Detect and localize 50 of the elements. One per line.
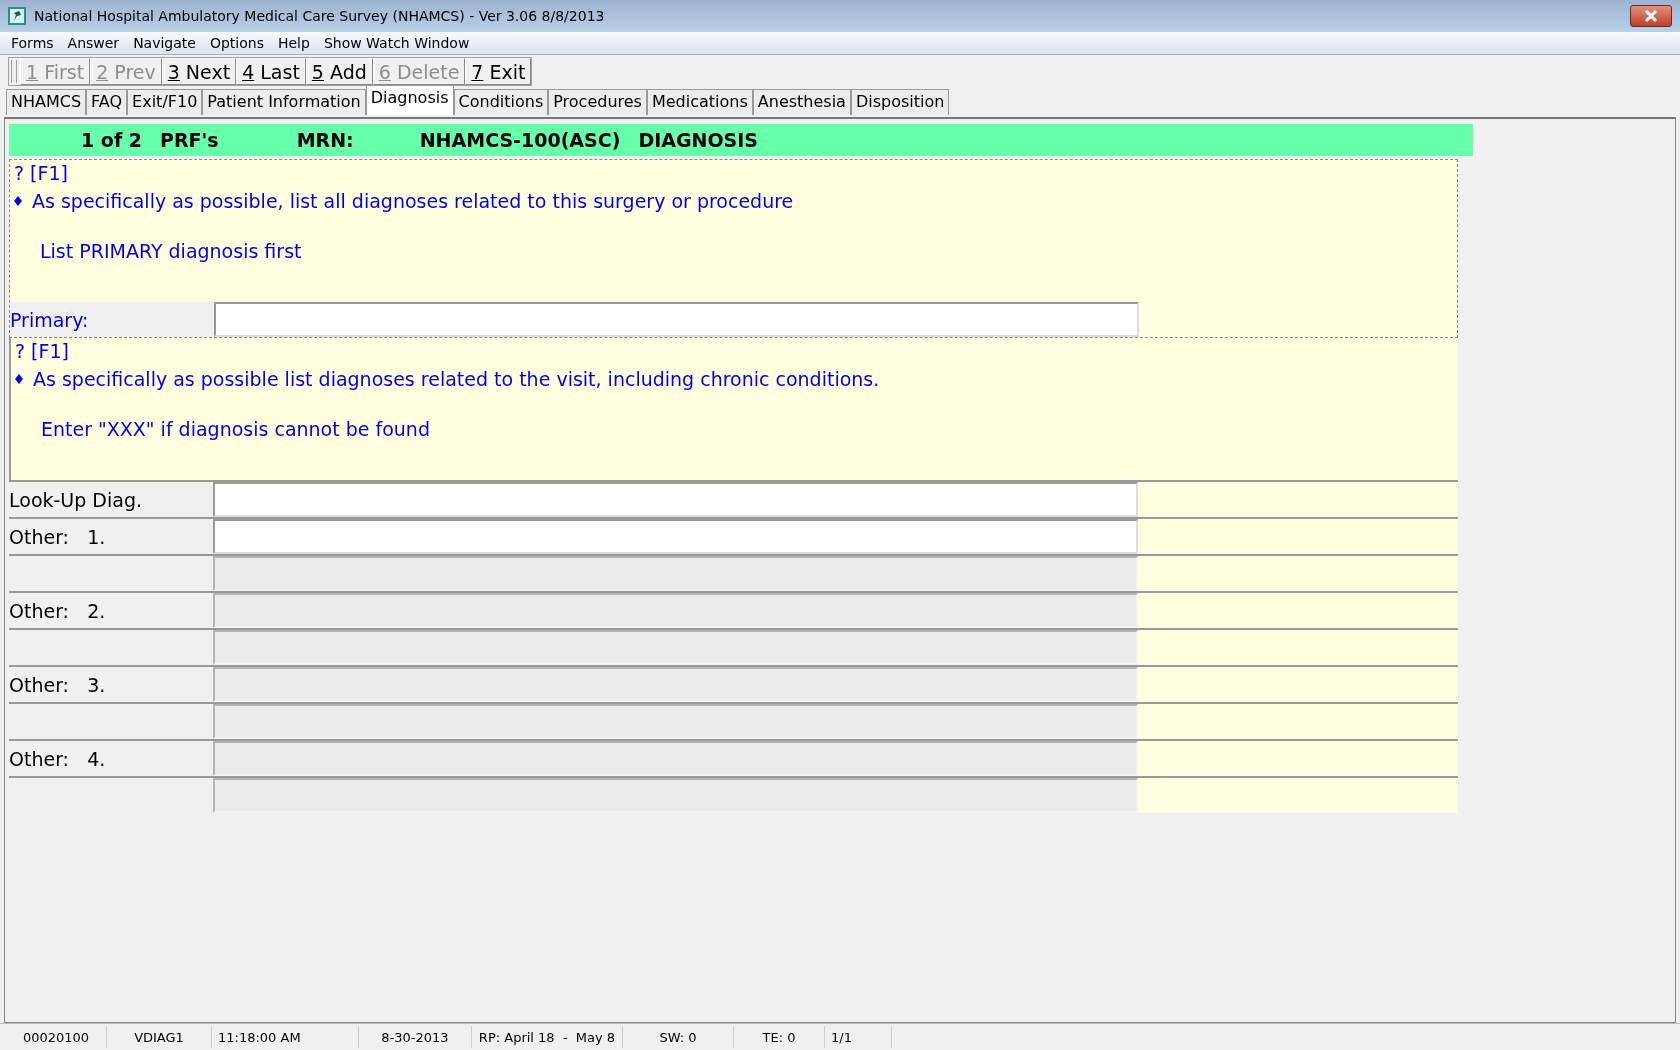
- tab[interactable]: NHAMCS: [6, 89, 87, 115]
- help-link[interactable]: ? [F1]: [14, 162, 1457, 184]
- status-cell: 1/1: [825, 1026, 892, 1048]
- menu-item[interactable]: Navigate: [126, 35, 203, 51]
- tab[interactable]: Diagnosis: [365, 85, 454, 115]
- toolbar-button[interactable]: 4 Last: [236, 58, 306, 85]
- tab[interactable]: FAQ: [86, 89, 128, 115]
- header-text: PRF's: [160, 129, 219, 151]
- app-icon: [8, 7, 26, 25]
- menu-item[interactable]: Help: [270, 35, 317, 51]
- status-cell: SW: 0: [623, 1026, 734, 1048]
- input-field[interactable]: [214, 302, 1139, 337]
- close-icon: [1644, 10, 1658, 22]
- status-cell: VDIAG1: [107, 1026, 212, 1048]
- toolbar-button[interactable]: 5 Add: [305, 58, 373, 85]
- window-title: National Hospital Ambulatory Medical Care Survey (NHAMCS) - Ver 3.06 8/8/2013: [34, 8, 606, 24]
- status-cell: 00020100: [6, 1026, 107, 1048]
- diamond-icon: [15, 374, 23, 384]
- tab[interactable]: Procedures: [548, 89, 647, 115]
- input-field[interactable]: [213, 519, 1138, 554]
- header-text: 1 of 2: [81, 129, 142, 151]
- header-text: NHAMCS-100(ASC): [419, 129, 621, 151]
- toolbar-grip: [11, 60, 17, 83]
- header-text: MRN:: [296, 129, 354, 151]
- tab[interactable]: Exit/F10: [127, 89, 203, 115]
- instruction-text: Enter "XXX" if diagnosis cannot be found: [41, 418, 431, 442]
- toolbar-button[interactable]: 7 Exit: [465, 58, 532, 85]
- menu-item[interactable]: Answer: [60, 35, 127, 51]
- tab[interactable]: Patient Information: [202, 89, 366, 115]
- field-label: Primary:: [10, 302, 214, 337]
- menu-item[interactable]: Forms: [4, 35, 61, 51]
- status-cell: 11:18:00 AM: [212, 1026, 359, 1048]
- instruction-text: List PRIMARY diagnosis first: [40, 240, 303, 264]
- tab[interactable]: Conditions: [453, 89, 549, 115]
- toolbar-button[interactable]: 3 Next: [161, 58, 237, 85]
- close-button[interactable]: [1630, 5, 1672, 27]
- header-text: DIAGNOSIS: [638, 129, 758, 151]
- status-cell: 8-30-2013: [359, 1026, 472, 1048]
- status-cell: TE: 0: [734, 1026, 825, 1048]
- question-text: As specifically as possible list diagnoses related to the visit, including chronic conditions.: [33, 368, 880, 390]
- question-text: As specifically as possible, list all diagnoses related to this surgery or procedure: [32, 190, 794, 212]
- help-link[interactable]: ? [F1]: [15, 340, 1458, 362]
- input-field[interactable]: [213, 482, 1138, 517]
- tab[interactable]: Medications: [646, 89, 753, 115]
- menu-item[interactable]: Show Watch Window: [316, 35, 477, 51]
- tab[interactable]: Disposition: [850, 89, 950, 115]
- tab[interactable]: Anesthesia: [752, 89, 851, 115]
- menu-item[interactable]: Options: [202, 35, 271, 51]
- status-cell: RP: April 18 - May 8: [472, 1026, 623, 1048]
- diamond-icon: [14, 196, 22, 206]
